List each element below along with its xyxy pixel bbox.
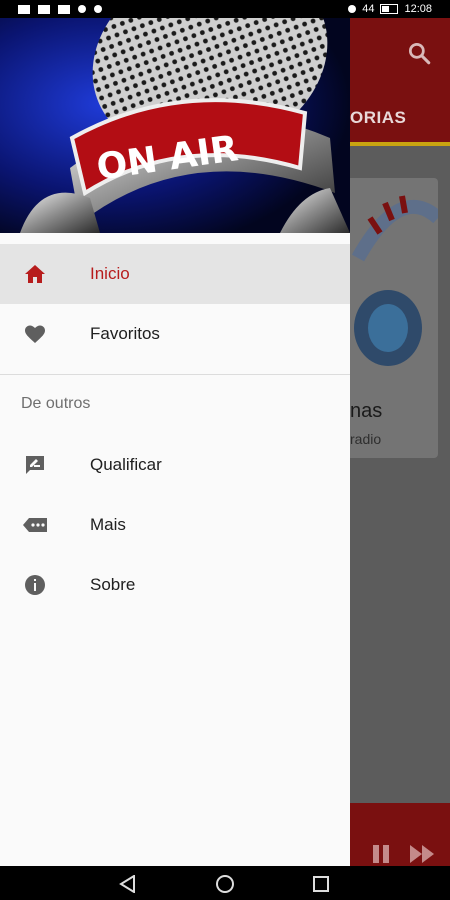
status-bar: 44 12:08 (0, 0, 450, 18)
sim-icon (18, 4, 30, 14)
menu-item-mais[interactable]: Mais (0, 495, 350, 555)
system-nav-bar (0, 866, 450, 900)
search-icon[interactable] (406, 40, 432, 66)
drawer-header-image: ON AIR (0, 18, 350, 233)
recents-icon[interactable] (312, 875, 330, 893)
menu-item-label: Sobre (90, 575, 136, 594)
headphones-image (351, 195, 443, 366)
status-icons-right: 44 12:08 (348, 0, 432, 18)
menu-item-sobre[interactable]: Sobre (0, 555, 350, 615)
menu-item-label: Inicio (90, 264, 130, 283)
menu-item-label: Favoritos (90, 324, 160, 343)
battery-percent: 44 (362, 3, 375, 15)
menu-item-inicio[interactable]: Inicio (0, 244, 350, 304)
navigation-drawer: ON AIR Inicio Favoritos De outros Qualif… (0, 18, 350, 866)
pause-icon (373, 845, 379, 863)
heart-icon (25, 325, 45, 343)
clock: 12:08 (404, 3, 432, 15)
back-icon[interactable] (118, 875, 138, 893)
section-divider (0, 374, 350, 375)
tab-categorias[interactable]: ORIAS (350, 108, 406, 128)
station-subtitle: radio (350, 431, 382, 447)
signal-icon (38, 4, 50, 14)
alarm-icon (348, 5, 357, 13)
menu-item-label: Mais (90, 515, 126, 534)
next-icon (410, 845, 422, 863)
player-controls (345, 845, 434, 863)
menu-item-favoritos[interactable]: Favoritos (0, 304, 350, 364)
status-icons-left (18, 0, 102, 18)
notification-icon (94, 5, 102, 13)
menu-item-qualificar[interactable]: Qualificar (0, 435, 350, 495)
station-title: nas (350, 400, 383, 422)
home-icon (25, 265, 45, 283)
notification-icon (78, 5, 86, 13)
rate-review-icon (26, 456, 44, 474)
battery-icon (380, 4, 399, 14)
info-icon (25, 575, 45, 595)
section-header: De outros (21, 395, 91, 412)
menu-item-label: Qualificar (90, 455, 162, 474)
home-nav-icon[interactable] (215, 874, 235, 894)
wifi-icon (58, 4, 70, 14)
on-air-microphone-image: ON AIR (0, 18, 350, 233)
more-icon (23, 518, 47, 532)
